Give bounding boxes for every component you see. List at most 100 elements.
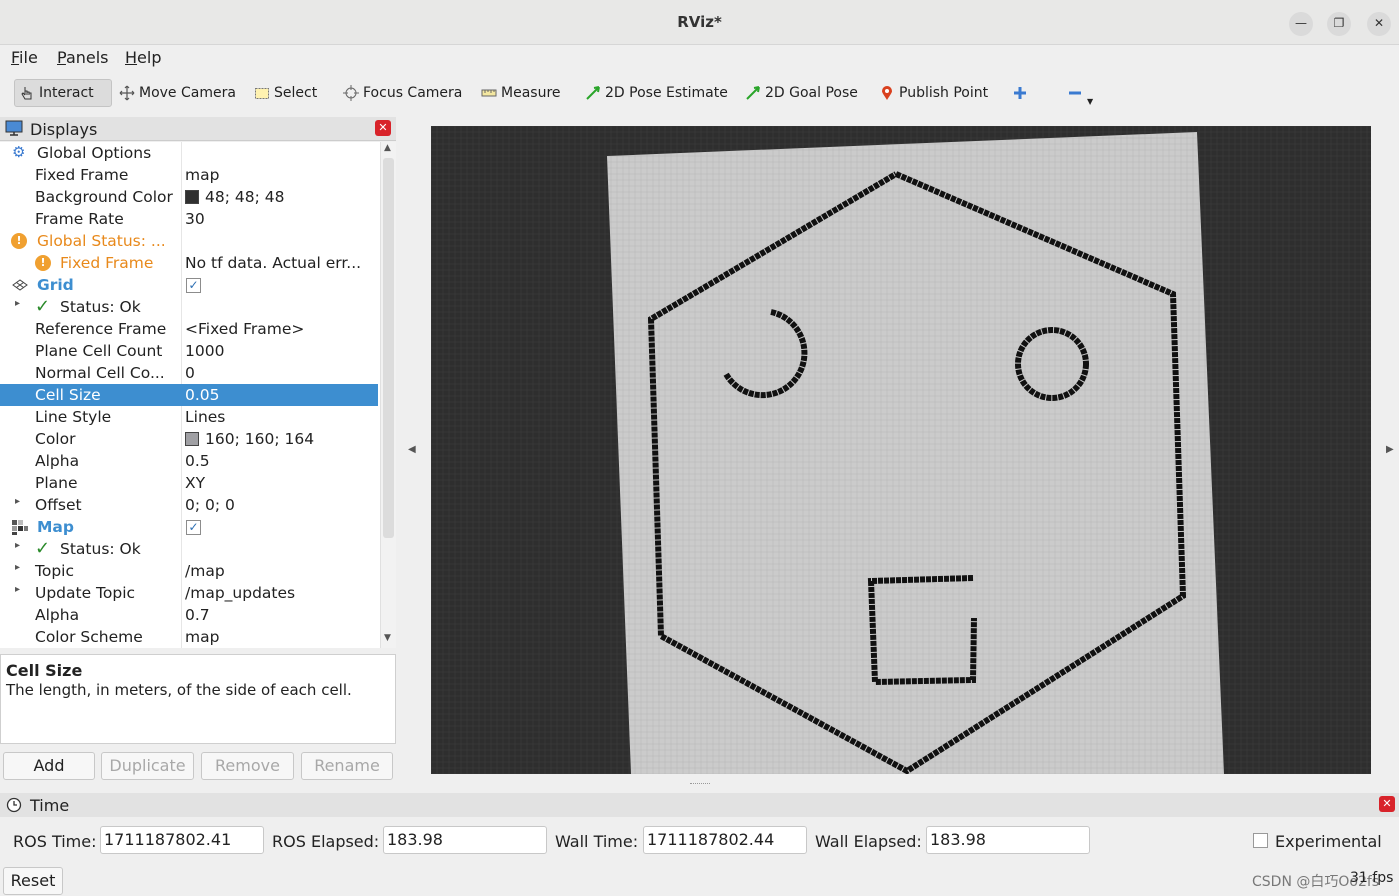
tree-row-grid[interactable]: Grid ✓ bbox=[0, 274, 378, 296]
tree-row-frame-rate[interactable]: Frame Rate 30 bbox=[0, 208, 378, 230]
tree-row-map-status[interactable]: ▸ ✓ Status: Ok bbox=[0, 538, 378, 560]
tree-row-reference-frame[interactable]: Reference Frame <Fixed Frame> bbox=[0, 318, 378, 340]
scroll-down-icon[interactable]: ▼ bbox=[384, 633, 391, 643]
tree-row-global-options[interactable]: ⚙ Global Options bbox=[0, 142, 378, 164]
reset-button[interactable]: Reset bbox=[3, 867, 63, 895]
ros-elapsed-field[interactable]: 183.98 bbox=[383, 826, 547, 854]
tree-row-line-style[interactable]: Line Style Lines bbox=[0, 406, 378, 428]
render-viewport[interactable] bbox=[431, 126, 1371, 774]
add-tool-button[interactable] bbox=[1008, 79, 1032, 107]
collapse-left-icon[interactable]: ◀ bbox=[408, 444, 416, 455]
expand-arrow-icon[interactable]: ▸ bbox=[15, 540, 20, 551]
wall-elapsed-field[interactable]: 183.98 bbox=[926, 826, 1090, 854]
row-value[interactable]: <Fixed Frame> bbox=[185, 320, 304, 338]
tree-row-topic[interactable]: ▸ Topic /map bbox=[0, 560, 378, 582]
minimize-button[interactable]: — bbox=[1289, 12, 1313, 36]
row-value[interactable]: map bbox=[185, 628, 219, 646]
tree-row-fixed-frame[interactable]: Fixed Frame map bbox=[0, 164, 378, 186]
expand-arrow-icon[interactable]: ▸ bbox=[15, 496, 20, 507]
tree-row-plane-cell-count[interactable]: Plane Cell Count 1000 bbox=[0, 340, 378, 362]
dropdown-caret-icon: ▼ bbox=[1087, 96, 1094, 106]
select-tool[interactable]: Select bbox=[250, 79, 321, 107]
menu-help[interactable]: Help bbox=[125, 48, 161, 67]
row-value[interactable]: 0 bbox=[185, 364, 195, 382]
tree-row-global-status[interactable]: ! Global Status: ... bbox=[0, 230, 378, 252]
tree-row-offset[interactable]: ▸ Offset 0; 0; 0 bbox=[0, 494, 378, 516]
measure-tool[interactable]: Measure bbox=[477, 79, 565, 107]
tree-row-update-topic[interactable]: ▸ Update Topic /map_updates bbox=[0, 582, 378, 604]
displays-close-icon[interactable]: ✕ bbox=[375, 120, 391, 136]
row-value[interactable]: 0; 0; 0 bbox=[185, 496, 235, 514]
ros-time-field[interactable]: 1711187802.41 bbox=[100, 826, 264, 854]
row-value[interactable]: 1000 bbox=[185, 342, 224, 360]
remove-tool-button[interactable]: ▼ bbox=[1063, 79, 1097, 107]
collapse-right-icon[interactable]: ▶ bbox=[1386, 444, 1394, 455]
interact-tool[interactable]: Interact bbox=[14, 79, 112, 107]
tree-row-color[interactable]: Color 160; 160; 164 bbox=[0, 428, 378, 450]
row-name: Reference Frame bbox=[35, 320, 167, 338]
row-name: Color bbox=[35, 430, 76, 448]
tree-row-map-alpha[interactable]: Alpha 0.7 bbox=[0, 604, 378, 626]
row-name: Cell Size bbox=[35, 386, 101, 404]
tree-row-cell-size[interactable]: Cell Size 0.05 bbox=[0, 384, 378, 406]
row-value[interactable]: /map_updates bbox=[185, 584, 295, 602]
window-title: RViz* bbox=[677, 13, 722, 31]
expand-arrow-icon[interactable]: ▸ bbox=[15, 298, 20, 309]
select-label: Select bbox=[274, 85, 318, 101]
row-name: Global Options bbox=[37, 144, 152, 162]
clock-icon bbox=[6, 797, 22, 813]
menu-bar: File Panels Help bbox=[0, 45, 1399, 71]
row-name: Line Style bbox=[35, 408, 112, 426]
time-close-icon[interactable]: ✕ bbox=[1379, 796, 1395, 812]
maximize-button[interactable]: ❐ bbox=[1327, 12, 1351, 36]
row-name: Status: Ok bbox=[60, 540, 141, 558]
tree-row-color-scheme[interactable]: Color Scheme map bbox=[0, 626, 378, 648]
menu-help-label: elp bbox=[137, 48, 162, 67]
map-enabled-checkbox[interactable]: ✓ bbox=[186, 520, 201, 535]
row-name: Plane Cell Count bbox=[35, 342, 163, 360]
tree-row-alpha[interactable]: Alpha 0.5 bbox=[0, 450, 378, 472]
scrollbar-thumb[interactable] bbox=[383, 158, 394, 538]
focus-camera-tool[interactable]: Focus Camera bbox=[339, 79, 466, 107]
rename-display-button[interactable]: Rename bbox=[301, 752, 393, 780]
move-camera-tool[interactable]: Move Camera bbox=[115, 79, 240, 107]
row-value[interactable]: 0.05 bbox=[185, 386, 220, 404]
row-value[interactable]: Lines bbox=[185, 408, 225, 426]
duplicate-display-button[interactable]: Duplicate bbox=[101, 752, 194, 780]
close-window-button[interactable]: ✕ bbox=[1367, 12, 1391, 36]
wall-time-field[interactable]: 1711187802.44 bbox=[643, 826, 807, 854]
row-value[interactable]: /map bbox=[185, 562, 225, 580]
tree-row-map[interactable]: Map ✓ bbox=[0, 516, 378, 538]
row-name: Fixed Frame bbox=[60, 254, 154, 272]
time-panel-header: Time ✕ bbox=[0, 793, 1399, 817]
tree-row-grid-status[interactable]: ▸ ✓ Status: Ok bbox=[0, 296, 378, 318]
tree-row-background-color[interactable]: Background Color 48; 48; 48 bbox=[0, 186, 378, 208]
row-value[interactable]: 160; 160; 164 bbox=[185, 430, 314, 448]
green-arrow-icon bbox=[746, 86, 760, 100]
row-value[interactable]: 48; 48; 48 bbox=[185, 188, 284, 206]
grid-enabled-checkbox[interactable]: ✓ bbox=[186, 278, 201, 293]
pose-estimate-tool[interactable]: 2D Pose Estimate bbox=[581, 79, 732, 107]
menu-file[interactable]: File bbox=[11, 48, 38, 67]
experimental-checkbox[interactable] bbox=[1253, 833, 1268, 848]
menu-panels[interactable]: Panels bbox=[57, 48, 109, 67]
splitter-grip[interactable] bbox=[690, 783, 710, 787]
tree-scrollbar[interactable]: ▲ ▼ bbox=[380, 142, 396, 648]
tree-row-fixed-frame-error[interactable]: ! Fixed Frame No tf data. Actual err... bbox=[0, 252, 378, 274]
displays-tree: ⚙ Global Options Fixed Frame map Backgro… bbox=[0, 142, 380, 648]
remove-display-button[interactable]: Remove bbox=[201, 752, 294, 780]
tree-row-plane[interactable]: Plane XY bbox=[0, 472, 378, 494]
add-display-button[interactable]: Add bbox=[3, 752, 95, 780]
description-text: The length, in meters, of the side of ea… bbox=[6, 681, 352, 699]
tree-row-normal-cell-count[interactable]: Normal Cell Co... 0 bbox=[0, 362, 378, 384]
row-value[interactable]: 30 bbox=[185, 210, 205, 228]
publish-point-tool[interactable]: Publish Point bbox=[875, 79, 992, 107]
row-value[interactable]: map bbox=[185, 166, 219, 184]
row-value[interactable]: 0.5 bbox=[185, 452, 210, 470]
expand-arrow-icon[interactable]: ▸ bbox=[15, 584, 20, 595]
scroll-up-icon[interactable]: ▲ bbox=[384, 143, 391, 153]
expand-arrow-icon[interactable]: ▸ bbox=[15, 562, 20, 573]
row-value[interactable]: XY bbox=[185, 474, 205, 492]
goal-pose-tool[interactable]: 2D Goal Pose bbox=[741, 79, 862, 107]
row-value[interactable]: 0.7 bbox=[185, 606, 210, 624]
